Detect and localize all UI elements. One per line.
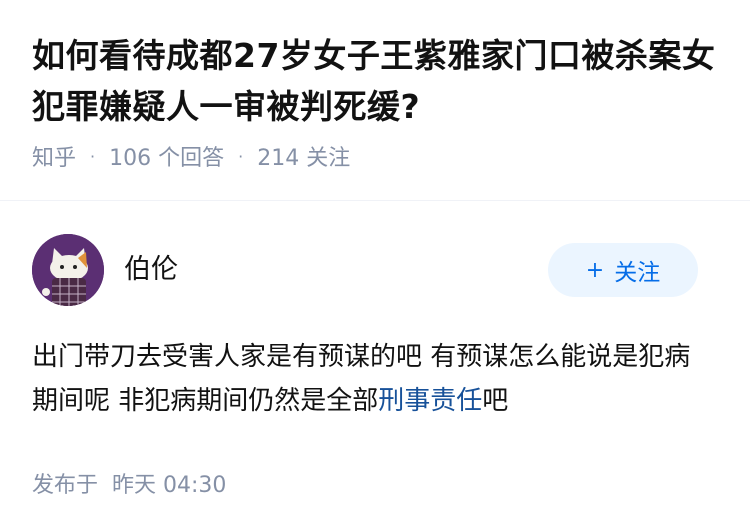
- author-row: 伯伦 + 关注: [32, 233, 698, 307]
- question-title[interactable]: 如何看待成都27岁女子王紫雅家门口被杀案女犯罪嫌疑人一审被判死缓?: [32, 0, 718, 132]
- source-label[interactable]: 知乎: [32, 140, 76, 172]
- answer-count[interactable]: 106 个回答: [109, 140, 224, 172]
- follow-label: 关注: [614, 260, 661, 286]
- answer-card: 伯伦 + 关注 出门带刀去受害人家是有预谋的吧 有预谋怎么能说是犯病期间呢 非犯…: [32, 233, 698, 423]
- author-name[interactable]: 伯伦: [124, 247, 178, 286]
- question-header: 如何看待成都27岁女子王紫雅家门口被杀案女犯罪嫌疑人一审被判死缓? 知乎 · 1…: [0, 0, 750, 172]
- avatar-cat-illustration: [32, 234, 104, 306]
- separator-dot: ·: [90, 146, 96, 166]
- separator-dot: ·: [238, 146, 244, 166]
- plus-icon: +: [585, 257, 605, 283]
- follower-count[interactable]: 214 关注: [257, 140, 350, 172]
- section-divider: [0, 200, 750, 201]
- criminal-liability-link[interactable]: 刑事责任: [378, 386, 482, 416]
- published-time: 昨天 04:30: [112, 473, 227, 498]
- answer-text: 出门带刀去受害人家是有预谋的吧 有预谋怎么能说是犯病期间呢 非犯病期间仍然是全部: [32, 342, 691, 416]
- avatar[interactable]: [32, 234, 104, 306]
- answer-text-suffix: 吧: [482, 386, 509, 416]
- publish-info: 发布于 昨天 04:30: [32, 467, 226, 499]
- published-label: 发布于: [32, 473, 99, 498]
- answer-content: 出门带刀去受害人家是有预谋的吧 有预谋怎么能说是犯病期间呢 非犯病期间仍然是全部…: [32, 335, 698, 423]
- question-meta: 知乎 · 106 个回答 · 214 关注: [32, 140, 718, 172]
- follow-button[interactable]: + 关注: [548, 243, 698, 297]
